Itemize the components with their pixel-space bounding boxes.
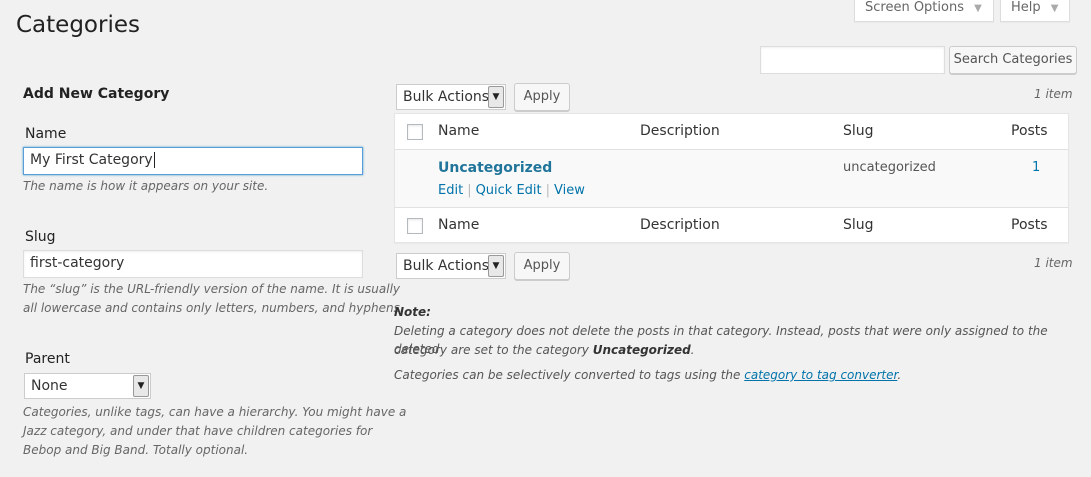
note-heading: Note: [394,303,431,321]
quick-edit-link[interactable]: Quick Edit [476,183,542,198]
category-to-tag-converter-link[interactable]: category to tag converter [744,368,897,382]
help-button[interactable]: Help ▼ [1000,0,1070,22]
chevron-down-icon: ▼ [1050,3,1059,14]
note-uncategorized-bold: Uncategorized [592,343,691,357]
screen-options-button[interactable]: Screen Options ▼ [854,0,994,22]
note-line-2: category are set to the category Uncateg… [394,341,695,359]
column-footer-posts[interactable]: Posts [1011,217,1048,233]
separator: | [467,183,472,198]
bulk-actions-value: Bulk Actions [403,258,490,274]
item-count-top: 1 item [1034,87,1073,101]
edit-link[interactable]: Edit [438,183,463,198]
screen-options-label: Screen Options [865,0,964,15]
name-label: Name [25,126,67,142]
parent-label: Parent [25,351,70,367]
table-footer-row: Name Description Slug Posts [395,207,1068,243]
note-line-2-prefix: category are set to the category [394,343,589,357]
note-line-3: Categories can be selectively converted … [394,366,901,384]
search-categories-button[interactable]: Search Categories [949,46,1077,74]
help-label: Help [1011,0,1041,15]
bulk-actions-value: Bulk Actions [403,89,490,105]
category-posts-count-link[interactable]: 1 [1032,160,1040,175]
slug-field-value: first-category [30,255,125,271]
table-header-row: Name Description Slug Posts [395,114,1068,150]
slug-help-line-1: The “slug” is the URL-friendly version o… [23,282,401,296]
note-line-3-suffix: . [897,368,902,382]
parent-select-value: None [31,378,68,394]
note-heading-text: Note: [394,305,431,319]
parent-help-line-3: Bebop and Big Band. Totally optional. [23,443,249,457]
category-slug: uncategorized [843,160,936,175]
add-category-heading: Add New Category [23,86,170,102]
table-row: Uncategorized Edit | Quick Edit | View uncat… [395,150,1068,207]
name-field[interactable]: My First Category [23,147,363,175]
parent-help-line-2: Jazz category, and under that have child… [23,424,373,438]
chevron-down-icon: ▼ [488,255,504,277]
column-footer-name[interactable]: Name [438,217,479,233]
row-actions: Edit | Quick Edit | View [438,183,585,198]
name-field-value: My First Category [30,152,153,168]
note-line-3-prefix: Categories can be selectively converted … [394,368,741,382]
column-header-posts[interactable]: Posts [1011,123,1048,139]
name-help: The name is how it appears on your site. [23,179,269,193]
search-input[interactable] [760,46,945,74]
parent-help-line-1: Categories, unlike tags, can have a hier… [23,405,407,419]
page-title: Categories [16,12,140,38]
chevron-down-icon: ▼ [974,3,982,14]
apply-button-bottom[interactable]: Apply [514,252,570,280]
select-all-checkbox[interactable] [407,124,423,140]
parent-select[interactable]: None ▼ [24,373,151,399]
slug-label: Slug [25,229,56,245]
column-header-description[interactable]: Description [640,123,720,139]
apply-button-top[interactable]: Apply [514,83,570,111]
category-name-link[interactable]: Uncategorized [438,160,552,176]
item-count-bottom: 1 item [1034,256,1073,270]
categories-table: Name Description Slug Posts Uncategorize… [394,113,1069,243]
text-cursor [153,152,155,168]
chevron-down-icon: ▼ [133,375,149,397]
column-header-slug[interactable]: Slug [843,123,874,139]
slug-field[interactable]: first-category [23,250,363,278]
bulk-actions-select-bottom[interactable]: Bulk Actions ▼ [396,253,506,279]
separator: | [545,183,551,198]
column-header-name[interactable]: Name [438,123,479,139]
note-line-2-suffix: . [690,343,695,357]
column-footer-slug[interactable]: Slug [843,217,874,233]
slug-help-line-2: all lowercase and contains only letters,… [23,301,404,315]
chevron-down-icon: ▼ [488,86,504,108]
select-all-checkbox-footer[interactable] [407,218,423,234]
column-footer-description[interactable]: Description [640,217,720,233]
bulk-actions-select-top[interactable]: Bulk Actions ▼ [396,84,506,110]
view-link[interactable]: View [554,183,585,198]
